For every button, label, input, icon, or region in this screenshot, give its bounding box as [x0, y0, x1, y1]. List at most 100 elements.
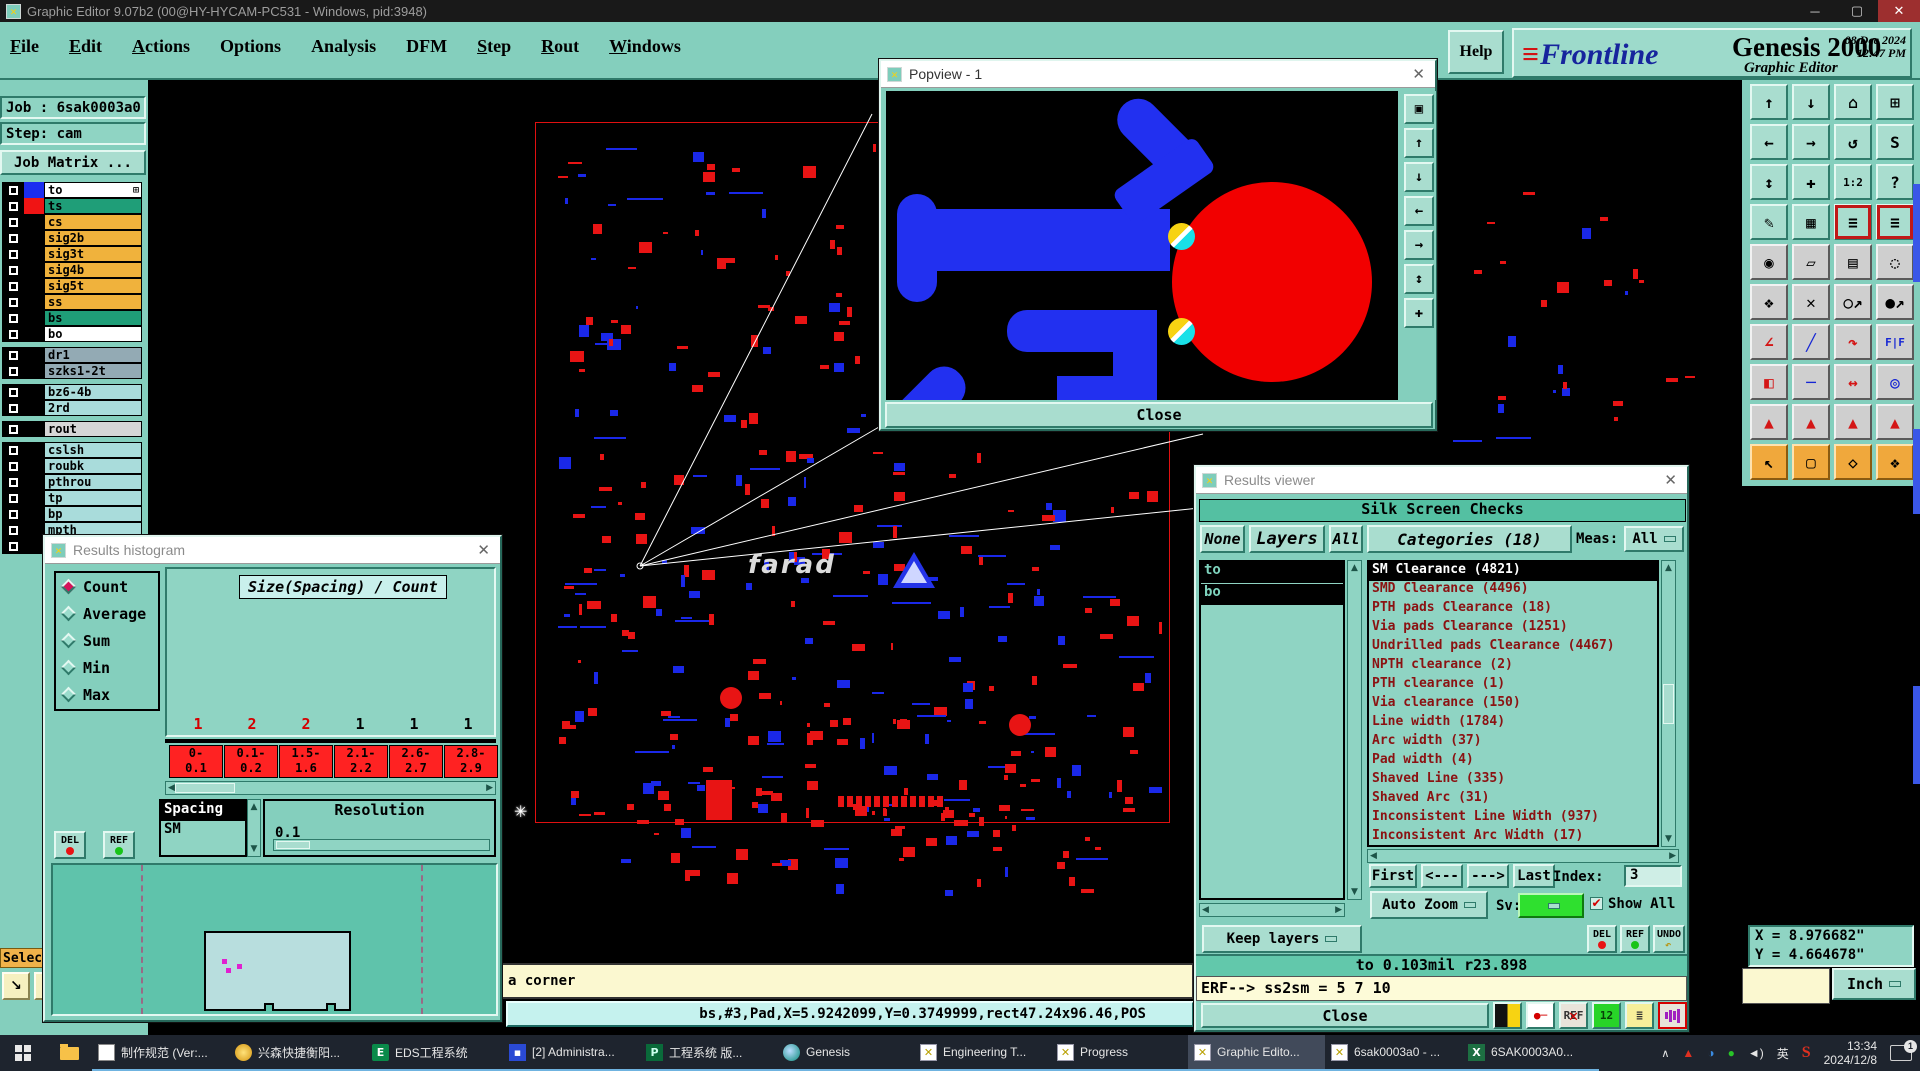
categories-scrollbar[interactable]: ▲▼	[1661, 560, 1676, 847]
category-item[interactable]: SMD Clearance (4496)	[1369, 581, 1657, 600]
layer-row-to[interactable]: to⊞	[2, 182, 142, 198]
menu-edit[interactable]: Edit	[69, 36, 102, 57]
toolbar-mirror-ff[interactable]: F|F	[1876, 324, 1914, 360]
next-button[interactable]: --->	[1467, 864, 1509, 888]
toolbar-compare-shapes[interactable]: ▱	[1792, 244, 1830, 280]
result-layer-bo[interactable]: bo	[1201, 584, 1343, 605]
popview-close-icon[interactable]: ✕	[1412, 65, 1425, 83]
task-graphic-edito-[interactable]: ✕Graphic Edito...	[1188, 1035, 1325, 1071]
layer-checkbox[interactable]	[2, 326, 24, 342]
task-genesis[interactable]: Genesis	[777, 1035, 914, 1071]
toolbar-query[interactable]: ?	[1876, 164, 1914, 200]
toolbar-net-compare-2[interactable]: ≡	[1876, 204, 1914, 240]
layer-checkbox[interactable]	[2, 522, 24, 538]
layer-checkbox[interactable]	[2, 458, 24, 474]
index-field[interactable]: 3	[1624, 865, 1682, 887]
maximize-button[interactable]: ▢	[1836, 0, 1878, 22]
rv-close-button[interactable]: Close	[1201, 1003, 1489, 1028]
toolbar-rotate-step[interactable]: ↺	[1834, 124, 1872, 160]
layer-toggle-icon[interactable]	[1493, 1002, 1522, 1029]
category-item[interactable]: NPTH clearance (2)	[1369, 657, 1657, 676]
job-matrix-button[interactable]: Job Matrix ...	[0, 150, 146, 175]
units-dropdown[interactable]: Inch	[1832, 968, 1916, 1000]
layer-row-pthrou[interactable]: pthrou	[2, 474, 142, 490]
layer-row-sig3t[interactable]: sig3t	[2, 246, 142, 262]
toolbar-dfm-spacing-3[interactable]: ▲	[1834, 404, 1872, 440]
toolbar-dfm-spacing-2[interactable]: ▲	[1792, 404, 1830, 440]
notes-icon[interactable]: ≣	[1625, 1002, 1654, 1029]
layer-checkbox[interactable]	[2, 538, 24, 554]
menu-options[interactable]: Options	[220, 36, 281, 57]
popview-close-button[interactable]: Close	[885, 402, 1433, 428]
toolbar-paste-up[interactable]: ↑	[1750, 84, 1788, 120]
category-item[interactable]: Inconsistent Line Width (937)	[1369, 809, 1657, 828]
toolbar-select-frame[interactable]: ▢	[1792, 444, 1830, 480]
sogou-icon[interactable]: S	[1802, 1044, 1811, 1062]
category-item[interactable]: Shaved Line (335)	[1369, 771, 1657, 790]
tray-chevron-icon[interactable]: ∧	[1661, 1047, 1669, 1060]
layer-row-roubk[interactable]: roubk	[2, 458, 142, 474]
toolbar-point-to-point[interactable]: ○↗	[1834, 284, 1872, 320]
layers-button[interactable]: Layers	[1249, 525, 1325, 553]
toolbar-net-points[interactable]: ❖	[1750, 284, 1788, 320]
toolbar-point-to-pad[interactable]: ●↗	[1876, 284, 1914, 320]
category-item[interactable]: Pad width (4)	[1369, 752, 1657, 771]
categories-hscrollbar[interactable]: ◀▶	[1367, 849, 1679, 863]
last-button[interactable]: Last	[1513, 864, 1555, 888]
layer-row-tp[interactable]: tp	[2, 490, 142, 506]
zoom-fit-icon[interactable]: ↕	[1404, 264, 1434, 294]
toolbar-select-net[interactable]: ❖	[1876, 444, 1914, 480]
task-6sak0003a0-[interactable]: X6SAK0003A0...	[1462, 1035, 1599, 1071]
layer-row-bz6-4b[interactable]: bz6-4b	[2, 384, 142, 400]
menu-rout[interactable]: Rout	[541, 36, 579, 57]
layer-checkbox[interactable]	[2, 310, 24, 326]
ref-off-icon[interactable]: REF	[1559, 1002, 1588, 1029]
layer-checkbox[interactable]	[2, 230, 24, 246]
ref-button[interactable]: REF	[103, 831, 135, 859]
all-button[interactable]: All	[1329, 525, 1363, 553]
histogram-hscrollbar[interactable]: ◀▶	[165, 781, 496, 795]
histogram-titlebar[interactable]: ✕ Results histogram ✕	[45, 537, 500, 564]
layer-checkbox[interactable]	[2, 246, 24, 262]
category-item[interactable]: Via clearance (150)	[1369, 695, 1657, 714]
task--ver-[interactable]: 制作规范 (Ver:...	[92, 1035, 229, 1071]
toolbar-center-object[interactable]: ✚	[1792, 164, 1830, 200]
categories-button[interactable]: Categories (18)	[1367, 525, 1572, 553]
stat-radio-sum[interactable]: Sum	[56, 627, 158, 654]
task-6sak0003a0-[interactable]: ✕6sak0003a0 - ...	[1325, 1035, 1462, 1071]
prev-button[interactable]: <---	[1421, 864, 1463, 888]
layer-row-rout[interactable]: rout	[2, 421, 142, 437]
layer-checkbox[interactable]	[2, 506, 24, 522]
toolbar-arc-turn[interactable]: ↷	[1834, 324, 1872, 360]
rv-undo-button[interactable]: UNDO↶	[1653, 925, 1685, 953]
toolbar-setup-tools[interactable]: ✎	[1750, 204, 1788, 240]
scroll-strip[interactable]	[1913, 184, 1920, 282]
toolbar-move-pad[interactable]: ◉	[1750, 244, 1788, 280]
warn-red-icon[interactable]: ▲	[1682, 1046, 1694, 1060]
resize-corner-icon[interactable]: ↘	[2, 972, 30, 1000]
task--[interactable]: P工程系统 版...	[640, 1035, 777, 1071]
meas-dropdown[interactable]: All	[1624, 526, 1684, 552]
toolbar-dfm-spacing-4[interactable]: ▲	[1876, 404, 1914, 440]
category-item[interactable]: Inconsistent Arc Width (17)	[1369, 828, 1657, 847]
series-item-spacing[interactable]: Spacing	[161, 801, 245, 821]
category-item[interactable]: PTH clearance (1)	[1369, 676, 1657, 695]
task-progress[interactable]: ✕Progress	[1051, 1035, 1188, 1071]
layer-checkbox[interactable]	[2, 421, 24, 437]
layer-row-szks1-2t[interactable]: szks1-2t	[2, 363, 142, 379]
layer-row-ts[interactable]: ts	[2, 198, 142, 214]
stat-radio-min[interactable]: Min	[56, 654, 158, 681]
rv-ref-button[interactable]: REF	[1620, 925, 1650, 953]
toolbar-angle-measure[interactable]: ∠	[1750, 324, 1788, 360]
toolbar-shift-right[interactable]: →	[1792, 124, 1830, 160]
toolbar-stretch-line[interactable]: ─	[1792, 364, 1830, 400]
series-list-scrollbar[interactable]: ▲▼	[247, 799, 261, 857]
layer-checkbox[interactable]	[2, 198, 24, 214]
toolbar-measure-ruler[interactable]: ▤	[1834, 244, 1872, 280]
file-explorer-button[interactable]	[46, 1035, 92, 1071]
capture-icon[interactable]: ●─	[1526, 1002, 1555, 1029]
browser-blue-icon[interactable]: ◑	[1707, 1046, 1714, 1060]
layer-checkbox[interactable]	[2, 384, 24, 400]
show-all-checkbox[interactable]: ✔	[1590, 897, 1603, 910]
clock[interactable]: 13:34 2024/12/8	[1824, 1039, 1877, 1067]
